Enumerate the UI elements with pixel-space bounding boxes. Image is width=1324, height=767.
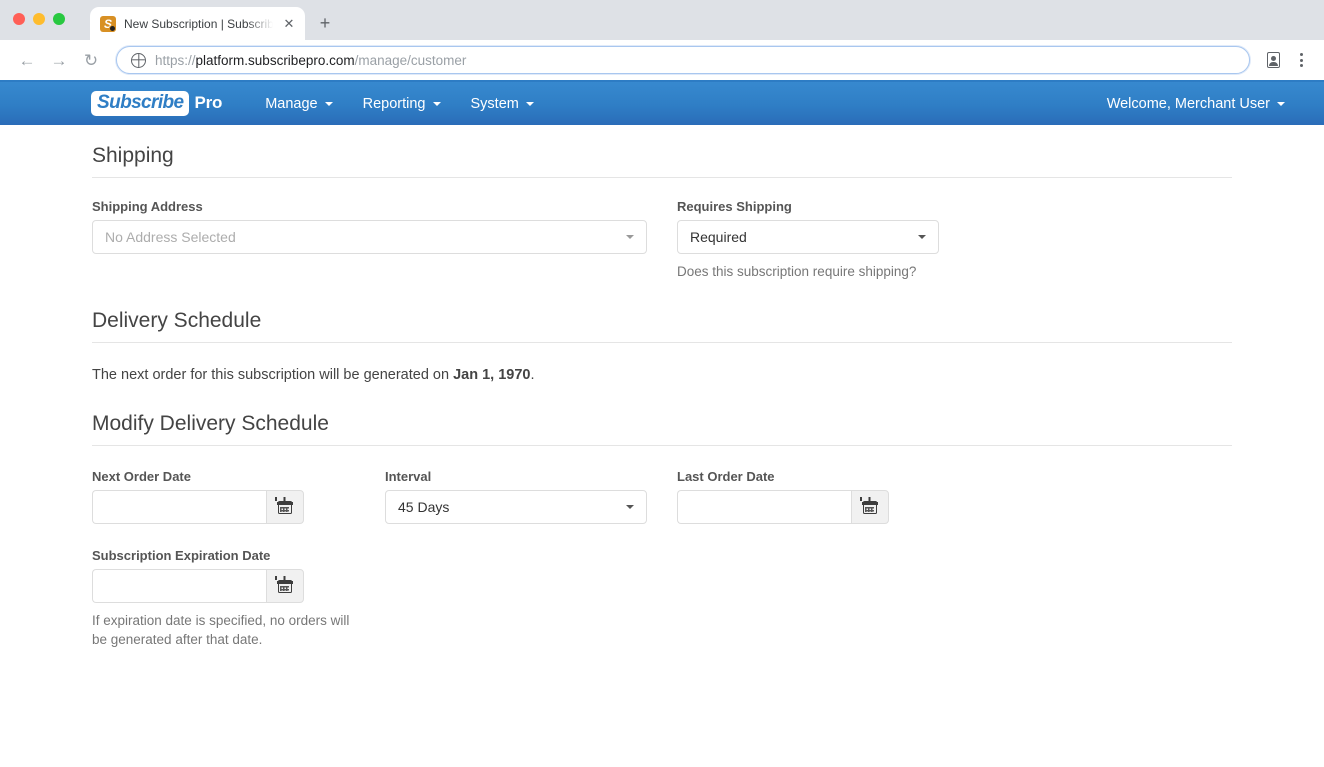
chevron-down-icon <box>432 101 441 106</box>
close-icon[interactable]: ✕ <box>281 16 297 32</box>
maximize-window-button[interactable] <box>53 13 65 25</box>
chevron-down-icon <box>626 504 634 509</box>
url-host: platform.subscribepro.com <box>195 52 355 68</box>
address-bar[interactable]: https://platform.subscribepro.com/manage… <box>116 46 1250 74</box>
expiration-date-help: If expiration date is specified, no orde… <box>92 612 350 648</box>
reload-icon[interactable]: ↻ <box>76 45 106 75</box>
requires-shipping-label: Requires Shipping <box>677 199 792 214</box>
next-order-sentence-prefix: The next order for this subscription wil… <box>92 366 454 383</box>
next-order-date-label: Next Order Date <box>92 468 191 484</box>
expiration-date-input-group[interactable] <box>92 568 304 603</box>
calendar-icon <box>860 497 878 515</box>
expiration-date-input[interactable] <box>92 568 266 603</box>
nav-right: Welcome, Merchant User <box>1092 82 1300 125</box>
window-traffic-lights <box>13 13 65 25</box>
next-order-date-input-group[interactable] <box>92 489 304 524</box>
last-order-date-input-group[interactable] <box>677 489 889 524</box>
nav-item-label: Manage <box>265 95 318 112</box>
nav-item-reporting[interactable]: Reporting <box>348 82 456 125</box>
calendar-icon <box>275 576 293 594</box>
interval-value: 45 Days <box>398 498 450 515</box>
back-icon[interactable]: ← <box>12 45 42 75</box>
nav-item-system[interactable]: System <box>456 82 549 125</box>
requires-shipping-select[interactable]: Required <box>677 220 939 254</box>
next-order-sentence: The next order for this subscription wil… <box>92 367 1324 383</box>
requires-shipping-value: Required <box>690 229 747 245</box>
user-menu-label: Welcome, Merchant User <box>1106 95 1270 112</box>
shipping-address-label: Shipping Address <box>92 199 203 214</box>
close-window-button[interactable] <box>13 13 25 25</box>
form-content: Shipping Shipping Address No Address Sel… <box>0 125 1324 650</box>
browser-toolbar: ← → ↻ https://platform.subscribepro.com/… <box>0 40 1324 82</box>
requires-shipping-field: Requires Shipping Required Does this sub… <box>677 199 939 282</box>
interval-label: Interval <box>385 468 432 484</box>
last-order-date-field: Last Order Date <box>677 469 889 524</box>
interval-field: Interval 45 Days <box>385 469 677 524</box>
nav-item-label: System <box>470 95 519 112</box>
page-body: Shipping Shipping Address No Address Sel… <box>0 125 1324 749</box>
subscribepro-logo[interactable]: Subscribe Pro <box>91 90 223 117</box>
nav-item-manage[interactable]: Manage <box>250 82 347 125</box>
next-order-date-calendar-button[interactable] <box>266 489 304 524</box>
expiration-date-field: Subscription Expiration Date If expirati… <box>92 548 392 650</box>
last-order-date-label: Last Order Date <box>677 468 775 484</box>
browser-chrome: S New Subscription | Subscribe Pro ✕ + ←… <box>0 0 1324 82</box>
url-path: /manage/customer <box>354 52 467 68</box>
shipping-address-select[interactable]: No Address Selected <box>92 220 647 254</box>
requires-shipping-help: Does this subscription require shipping? <box>677 264 917 279</box>
chevron-down-icon <box>525 101 534 106</box>
next-order-sentence-suffix: . <box>530 366 535 383</box>
next-order-date-value: Jan 1, 1970 <box>453 366 531 383</box>
shipping-address-field: Shipping Address No Address Selected <box>92 199 677 282</box>
url-text: https://platform.subscribepro.com/manage… <box>155 53 466 68</box>
delivery-schedule-section-title: Delivery Schedule <box>92 309 1232 343</box>
globe-icon <box>131 52 146 68</box>
last-order-date-calendar-button[interactable] <box>851 489 889 524</box>
interval-select[interactable]: 45 Days <box>385 489 647 524</box>
main-nav: Manage Reporting System <box>250 82 549 125</box>
next-order-date-field: Next Order Date <box>92 469 385 524</box>
url-scheme: https:// <box>155 52 196 68</box>
modify-delivery-section-title: Modify Delivery Schedule <box>92 412 1232 446</box>
chevron-down-icon <box>918 235 926 239</box>
browser-tab[interactable]: S New Subscription | Subscribe Pro ✕ <box>90 7 305 40</box>
forward-icon[interactable]: → <box>44 45 74 75</box>
logo-main-text: Subscribe <box>91 90 190 117</box>
subscribepro-favicon: S <box>100 15 116 32</box>
profile-badge-icon[interactable] <box>1260 47 1286 73</box>
expiration-date-calendar-button[interactable] <box>266 568 304 603</box>
nav-item-label: Reporting <box>362 95 426 112</box>
chevron-down-icon <box>1277 101 1285 106</box>
user-menu[interactable]: Welcome, Merchant User <box>1092 82 1300 125</box>
kebab-menu-icon[interactable] <box>1288 47 1314 73</box>
shipping-section-title: Shipping <box>92 144 1232 178</box>
calendar-icon <box>275 497 293 515</box>
expiration-date-label: Subscription Expiration Date <box>92 547 271 563</box>
next-order-date-input[interactable] <box>92 489 266 524</box>
logo-suffix-text: Pro <box>194 92 223 112</box>
tab-title: New Subscription | Subscribe Pro <box>124 16 273 31</box>
shipping-address-value: No Address Selected <box>105 229 236 245</box>
tab-strip: S New Subscription | Subscribe Pro ✕ + <box>0 0 1324 40</box>
chevron-down-icon <box>324 101 333 106</box>
chevron-down-icon <box>626 235 634 239</box>
last-order-date-input[interactable] <box>677 489 851 524</box>
app-navbar: Subscribe Pro Manage Reporting System We… <box>0 82 1324 125</box>
minimize-window-button[interactable] <box>33 13 45 25</box>
new-tab-button[interactable]: + <box>311 9 339 37</box>
